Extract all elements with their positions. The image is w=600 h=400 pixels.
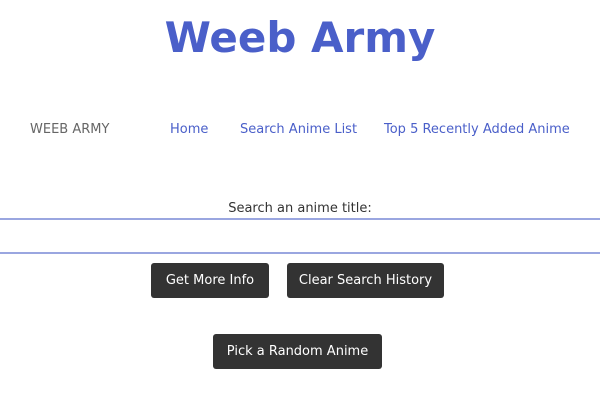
navbar: WEEB ARMY Home Search Anime List Top 5 R… <box>0 120 600 142</box>
get-more-info-button[interactable]: Get More Info <box>151 263 269 298</box>
nav-link-search-anime-list[interactable]: Search Anime List <box>240 122 357 137</box>
nav-link-home[interactable]: Home <box>170 122 208 137</box>
pick-random-anime-button[interactable]: Pick a Random Anime <box>213 334 382 369</box>
nav-link-top-5-recent[interactable]: Top 5 Recently Added Anime <box>384 122 570 137</box>
clear-search-history-button[interactable]: Clear Search History <box>287 263 444 298</box>
page-title: Weeb Army <box>164 13 436 62</box>
search-input[interactable] <box>0 218 600 254</box>
page: Weeb Army WEEB ARMY Home Search Anime Li… <box>0 0 600 400</box>
navbar-brand[interactable]: WEEB ARMY <box>30 122 109 137</box>
search-label: Search an anime title: <box>228 201 372 216</box>
